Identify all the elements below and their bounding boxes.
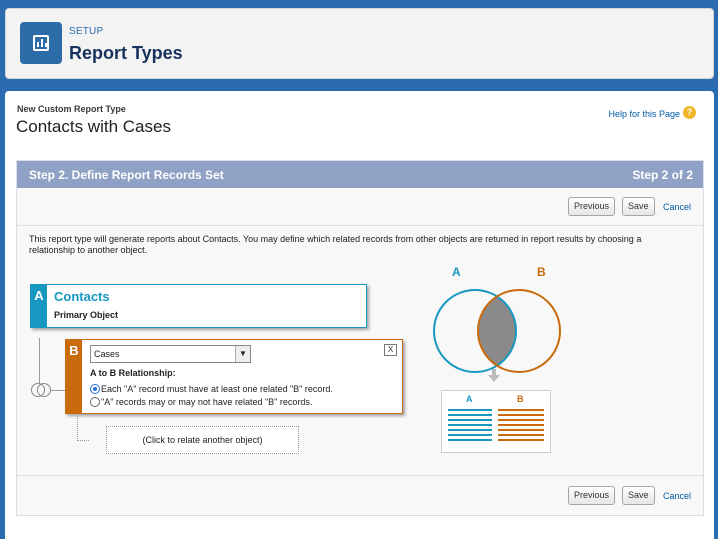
object-b-letter: B <box>66 340 82 413</box>
related-object-select[interactable]: Cases ▼ <box>90 345 251 363</box>
step-count: Step 2 of 2 <box>632 168 693 182</box>
dotted-connector-h <box>77 440 89 441</box>
save-button-bottom[interactable]: Save <box>622 486 655 505</box>
down-arrow-icon <box>488 369 500 382</box>
step-panel: Step 2. Define Report Records Set Step 2… <box>16 160 704 516</box>
radio-option-optional[interactable]: "A" records may or may not have related … <box>90 397 312 407</box>
venn-diagram: A B <box>433 265 561 373</box>
report-table-illustration: A B <box>441 390 551 453</box>
cancel-link-bottom[interactable]: Cancel <box>663 491 691 501</box>
related-object-select-value: Cases <box>94 349 120 359</box>
object-a-letter: A <box>31 285 47 327</box>
radio-label: "A" records may or may not have related … <box>101 397 313 407</box>
relate-object-button[interactable]: (Click to relate another object) <box>106 426 299 454</box>
close-icon[interactable]: X <box>384 344 397 356</box>
table-col-a: A <box>466 394 473 404</box>
radio-button-selected[interactable] <box>90 384 100 394</box>
table-rows-graphic <box>448 409 544 441</box>
dotted-connector <box>77 416 78 441</box>
object-a-name: Contacts <box>54 289 110 304</box>
object-a-box: A Contacts Primary Object <box>30 284 367 328</box>
step-bar: Step 2. Define Report Records Set Step 2… <box>17 161 703 188</box>
setup-header: SETUP Report Types <box>5 8 714 79</box>
cancel-link-top[interactable]: Cancel <box>663 202 691 212</box>
connector-line <box>39 338 40 383</box>
previous-button-bottom[interactable]: Previous <box>568 486 616 505</box>
object-b-box: B Cases ▼ X A to B Relationship: Each "A… <box>65 339 403 414</box>
link-icon-ring <box>37 383 51 397</box>
table-col-b: B <box>517 394 524 404</box>
setup-eyebrow: SETUP <box>69 26 104 37</box>
relationship-label: A to B Relationship: <box>90 368 176 378</box>
crumb-label: New Custom Report Type <box>17 104 126 114</box>
radio-option-required[interactable]: Each "A" record must have at least one r… <box>90 384 333 394</box>
previous-button-top[interactable]: Previous <box>568 197 616 216</box>
object-a-subtitle: Primary Object <box>54 310 119 320</box>
step-title: Step 2. Define Report Records Set <box>29 168 224 182</box>
save-button-top[interactable]: Save <box>622 197 655 216</box>
radio-button[interactable] <box>90 397 100 407</box>
report-chart-icon <box>20 22 62 64</box>
setup-title: Report Types <box>69 43 183 63</box>
connector-line-h <box>50 390 65 391</box>
divider <box>17 475 703 476</box>
chevron-down-icon[interactable]: ▼ <box>235 346 250 362</box>
radio-label: Each "A" record must have at least one r… <box>101 384 333 394</box>
description-text: This report type will generate reports a… <box>29 234 642 255</box>
help-link[interactable]: Help for this Page <box>608 109 680 119</box>
venn-label-b: B <box>537 265 546 279</box>
main-content: New Custom Report Type Contacts with Cas… <box>5 91 714 539</box>
venn-label-a: A <box>452 265 461 279</box>
help-icon[interactable]: ? <box>683 106 696 119</box>
divider <box>17 225 703 226</box>
page-title: Contacts with Cases <box>16 117 171 136</box>
